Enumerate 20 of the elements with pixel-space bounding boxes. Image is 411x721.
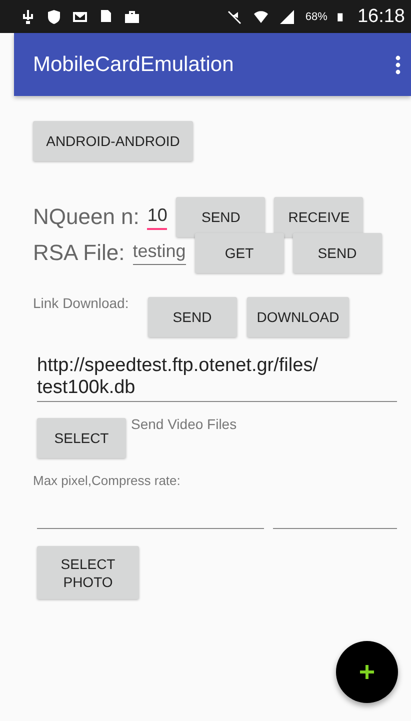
compress-label: Max pixel,Compress rate: <box>33 473 182 488</box>
field-label: Link Download: <box>33 295 129 311</box>
field-label: NQueen n: <box>33 204 140 230</box>
action-button[interactable]: SEND <box>176 197 266 237</box>
select-photo-button[interactable]: SELECT PHOTO <box>37 546 139 599</box>
action-button[interactable]: RECEIVE <box>274 197 364 237</box>
video-label: Send Video Files <box>131 416 237 432</box>
action-button[interactable]: SEND <box>148 297 237 337</box>
action-button[interactable]: SEND <box>292 233 382 273</box>
app-title: MobileCardEmulation <box>33 52 235 76</box>
url-field[interactable]: http://speedtest.ftp.otenet.gr/files/test100k.db <box>37 355 397 402</box>
clock-time: 16:18 <box>357 6 405 28</box>
mode-button[interactable]: ANDROID-ANDROID <box>33 121 193 161</box>
field-label: RSA File: <box>33 240 125 266</box>
action-button[interactable]: GET <box>194 233 284 273</box>
text-field[interactable]: testing <box>132 241 186 265</box>
text-field[interactable]: 10 <box>147 204 168 230</box>
battery-percent: 68% <box>305 10 328 22</box>
select-button[interactable]: SELECT <box>37 418 126 458</box>
action-button[interactable]: DOWNLOAD <box>246 297 350 337</box>
